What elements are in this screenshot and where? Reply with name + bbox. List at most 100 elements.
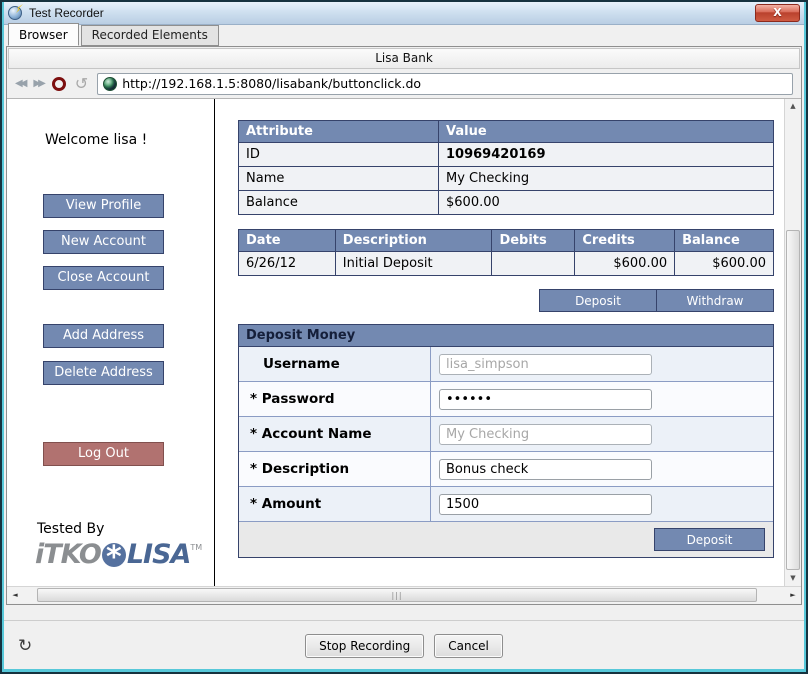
itko-lisa-logo: iTKO * LISA TM: [35, 539, 214, 570]
new-account-button[interactable]: New Account: [43, 230, 164, 254]
password-cell: [431, 382, 773, 416]
footer-spacer: [2, 605, 806, 620]
scroll-right-icon[interactable]: ►: [785, 587, 801, 603]
spark-icon: [16, 4, 23, 13]
back-icon[interactable]: ◀◀: [15, 78, 24, 89]
account-actions: Deposit Withdraw: [238, 289, 774, 312]
username-label: Username: [239, 347, 431, 381]
deposit-tab-button[interactable]: Deposit: [539, 289, 657, 312]
view-profile-button[interactable]: View Profile: [43, 194, 164, 218]
tested-by-label: Tested By: [37, 521, 214, 537]
amount-cell: [431, 487, 773, 521]
scroll-down-icon[interactable]: ▼: [785, 571, 801, 586]
table-header-row: Attribute Value: [239, 121, 774, 143]
title-bar[interactable]: Test Recorder X: [2, 2, 806, 25]
username-field[interactable]: [439, 354, 652, 375]
logo-trademark: TM: [190, 543, 202, 552]
footer-bar: ↻ Stop Recording Cancel: [2, 620, 806, 670]
password-field[interactable]: [439, 389, 652, 410]
deposit-submit-button[interactable]: Deposit: [654, 528, 765, 551]
url-bar[interactable]: http://192.168.1.5:8080/lisabank/buttonc…: [97, 73, 793, 95]
window-title: Test Recorder: [29, 6, 104, 20]
footer-buttons: Stop Recording Cancel: [305, 634, 503, 658]
attr-id-value: 10969420169: [439, 143, 774, 167]
amount-label: * Amount: [239, 487, 431, 521]
col-debits: Debits: [492, 230, 575, 252]
col-date: Date: [239, 230, 336, 252]
description-cell: [431, 452, 773, 486]
vertical-scrollbar[interactable]: ▲ ▼: [784, 99, 801, 586]
form-title: Deposit Money: [239, 325, 773, 347]
tab-browser[interactable]: Browser: [8, 23, 79, 46]
txn-description: Initial Deposit: [335, 252, 492, 276]
tab-strip: Browser Recorded Elements: [2, 25, 806, 46]
form-row-amount: * Amount: [239, 487, 773, 522]
scroll-grip-icon: |||: [391, 591, 402, 600]
description-label: * Description: [239, 452, 431, 486]
form-row-account-name: * Account Name: [239, 417, 773, 452]
close-account-button[interactable]: Close Account: [43, 266, 164, 290]
amount-field[interactable]: [439, 494, 652, 515]
record-icon[interactable]: [52, 77, 66, 91]
col-attribute: Attribute: [239, 121, 439, 143]
scroll-left-icon[interactable]: ◄: [7, 587, 23, 603]
vertical-scroll-thumb[interactable]: [786, 230, 800, 570]
attr-balance-value: $600.00: [439, 191, 774, 215]
withdraw-tab-button[interactable]: Withdraw: [656, 289, 774, 312]
account-name-label: * Account Name: [239, 417, 431, 451]
url-text[interactable]: http://192.168.1.5:8080/lisabank/buttonc…: [122, 76, 421, 91]
txn-balance: $600.00: [675, 252, 774, 276]
account-content: Attribute Value ID 10969420169 Name My C…: [215, 99, 784, 586]
attr-name-value: My Checking: [439, 167, 774, 191]
add-address-button[interactable]: Add Address: [43, 324, 164, 348]
browser-panel: Lisa Bank ◀◀ ▶▶ ↺ http://192.168.1.5:808…: [6, 46, 802, 605]
page-viewport: Welcome lisa ! View Profile New Account …: [7, 99, 801, 586]
table-row: Balance $600.00: [239, 191, 774, 215]
app-icon: [8, 6, 22, 20]
reload-icon[interactable]: ↻: [18, 636, 32, 656]
close-button[interactable]: X: [755, 4, 800, 22]
form-footer: Deposit: [239, 522, 773, 557]
account-name-cell: [431, 417, 773, 451]
col-value: Value: [439, 121, 774, 143]
recorder-footer: ↻ Stop Recording Cancel: [2, 605, 806, 670]
form-row-description: * Description: [239, 452, 773, 487]
table-header-row: Date Description Debits Credits Balance: [239, 230, 774, 252]
txn-debits: [492, 252, 575, 276]
globe-icon: [103, 77, 117, 91]
scroll-up-icon[interactable]: ▲: [785, 99, 801, 114]
account-name-field[interactable]: [439, 424, 652, 445]
attr-balance-label: Balance: [239, 191, 439, 215]
transactions-table: Date Description Debits Credits Balance …: [238, 229, 774, 276]
lisa-flower-icon: *: [102, 543, 126, 567]
col-balance: Balance: [675, 230, 774, 252]
test-recorder-window: Test Recorder X Browser Recorded Element…: [0, 0, 808, 674]
horizontal-scrollbar[interactable]: ◄ ||| ►: [7, 586, 801, 603]
deposit-money-form: Deposit Money Username * Password: [238, 324, 774, 558]
horizontal-scroll-track[interactable]: |||: [23, 587, 785, 603]
description-field[interactable]: [439, 459, 652, 480]
delete-address-button[interactable]: Delete Address: [43, 361, 164, 385]
password-label: * Password: [239, 382, 431, 416]
forward-icon[interactable]: ▶▶: [33, 78, 42, 89]
form-row-password: * Password: [239, 382, 773, 417]
welcome-message: Welcome lisa !: [45, 132, 214, 148]
stop-recording-button[interactable]: Stop Recording: [305, 634, 424, 658]
attr-id-label: ID: [239, 143, 439, 167]
log-out-button[interactable]: Log Out: [43, 442, 164, 466]
col-credits: Credits: [575, 230, 675, 252]
logo-lisa-text: LISA: [127, 539, 191, 570]
tab-recorded-elements[interactable]: Recorded Elements: [81, 25, 219, 46]
attr-name-label: Name: [239, 167, 439, 191]
col-description: Description: [335, 230, 492, 252]
table-row: 6/26/12 Initial Deposit $600.00 $600.00: [239, 252, 774, 276]
bank-sidebar: Welcome lisa ! View Profile New Account …: [7, 99, 214, 586]
username-cell: [431, 347, 773, 381]
cancel-button[interactable]: Cancel: [434, 634, 503, 658]
form-row-username: Username: [239, 347, 773, 382]
table-row: Name My Checking: [239, 167, 774, 191]
refresh-icon[interactable]: ↺: [75, 77, 88, 91]
table-row: ID 10969420169: [239, 143, 774, 167]
txn-date: 6/26/12: [239, 252, 336, 276]
horizontal-scroll-thumb[interactable]: |||: [37, 588, 757, 602]
